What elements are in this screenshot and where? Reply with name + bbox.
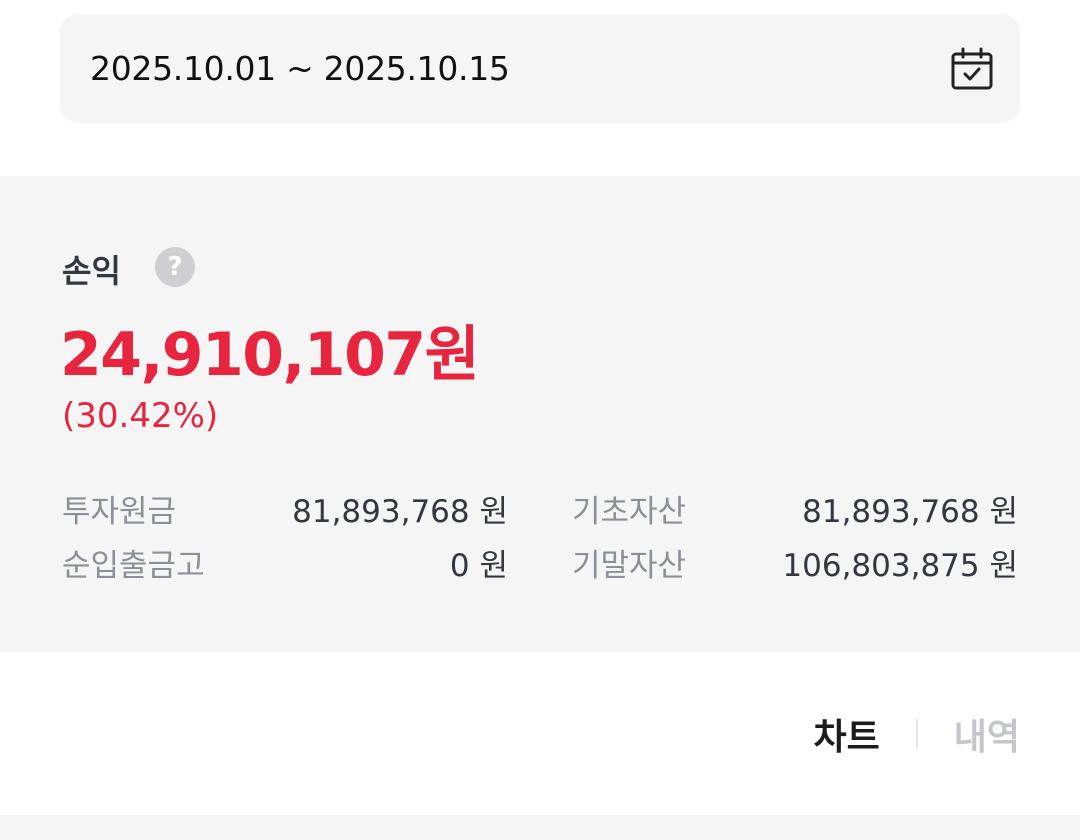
net-deposit-value: 0 원 [449, 548, 508, 584]
net-deposit-label: 순입출금고 [62, 548, 205, 584]
profit-loss-amount: 24,910,107원 [60, 320, 480, 390]
profit-loss-screen: 2025.10.01 ~ 2025.10.15 손익 ? 24,910,107원… [0, 0, 1080, 840]
principal-value: 81,893,768 원 [292, 494, 508, 530]
date-range-picker[interactable]: 2025.10.01 ~ 2025.10.15 [60, 14, 1020, 123]
profit-loss-label: 손익 [62, 252, 121, 290]
tab-chart[interactable]: 차트 [814, 708, 880, 760]
opening-assets-label: 기초자산 [572, 494, 687, 530]
principal-label: 투자원금 [62, 494, 177, 530]
tab-history[interactable]: 내역 [954, 708, 1020, 760]
closing-assets-value: 106,803,875 원 [782, 548, 1018, 584]
tab-divider [915, 719, 918, 749]
date-range-text: 2025.10.01 ~ 2025.10.15 [90, 49, 510, 88]
closing-assets-label: 기말자산 [572, 548, 687, 584]
opening-assets-value: 81,893,768 원 [802, 494, 1018, 530]
help-icon[interactable]: ? [155, 247, 195, 287]
calendar-check-icon[interactable] [948, 45, 996, 93]
profit-loss-percent: (30.42%) [62, 396, 219, 436]
content-area-start [0, 815, 1080, 840]
profit-summary-panel: 손익 ? 24,910,107원 (30.42%) 투자원금 81,893,76… [0, 176, 1080, 653]
view-tabs: 차트 내역 [814, 706, 1021, 762]
